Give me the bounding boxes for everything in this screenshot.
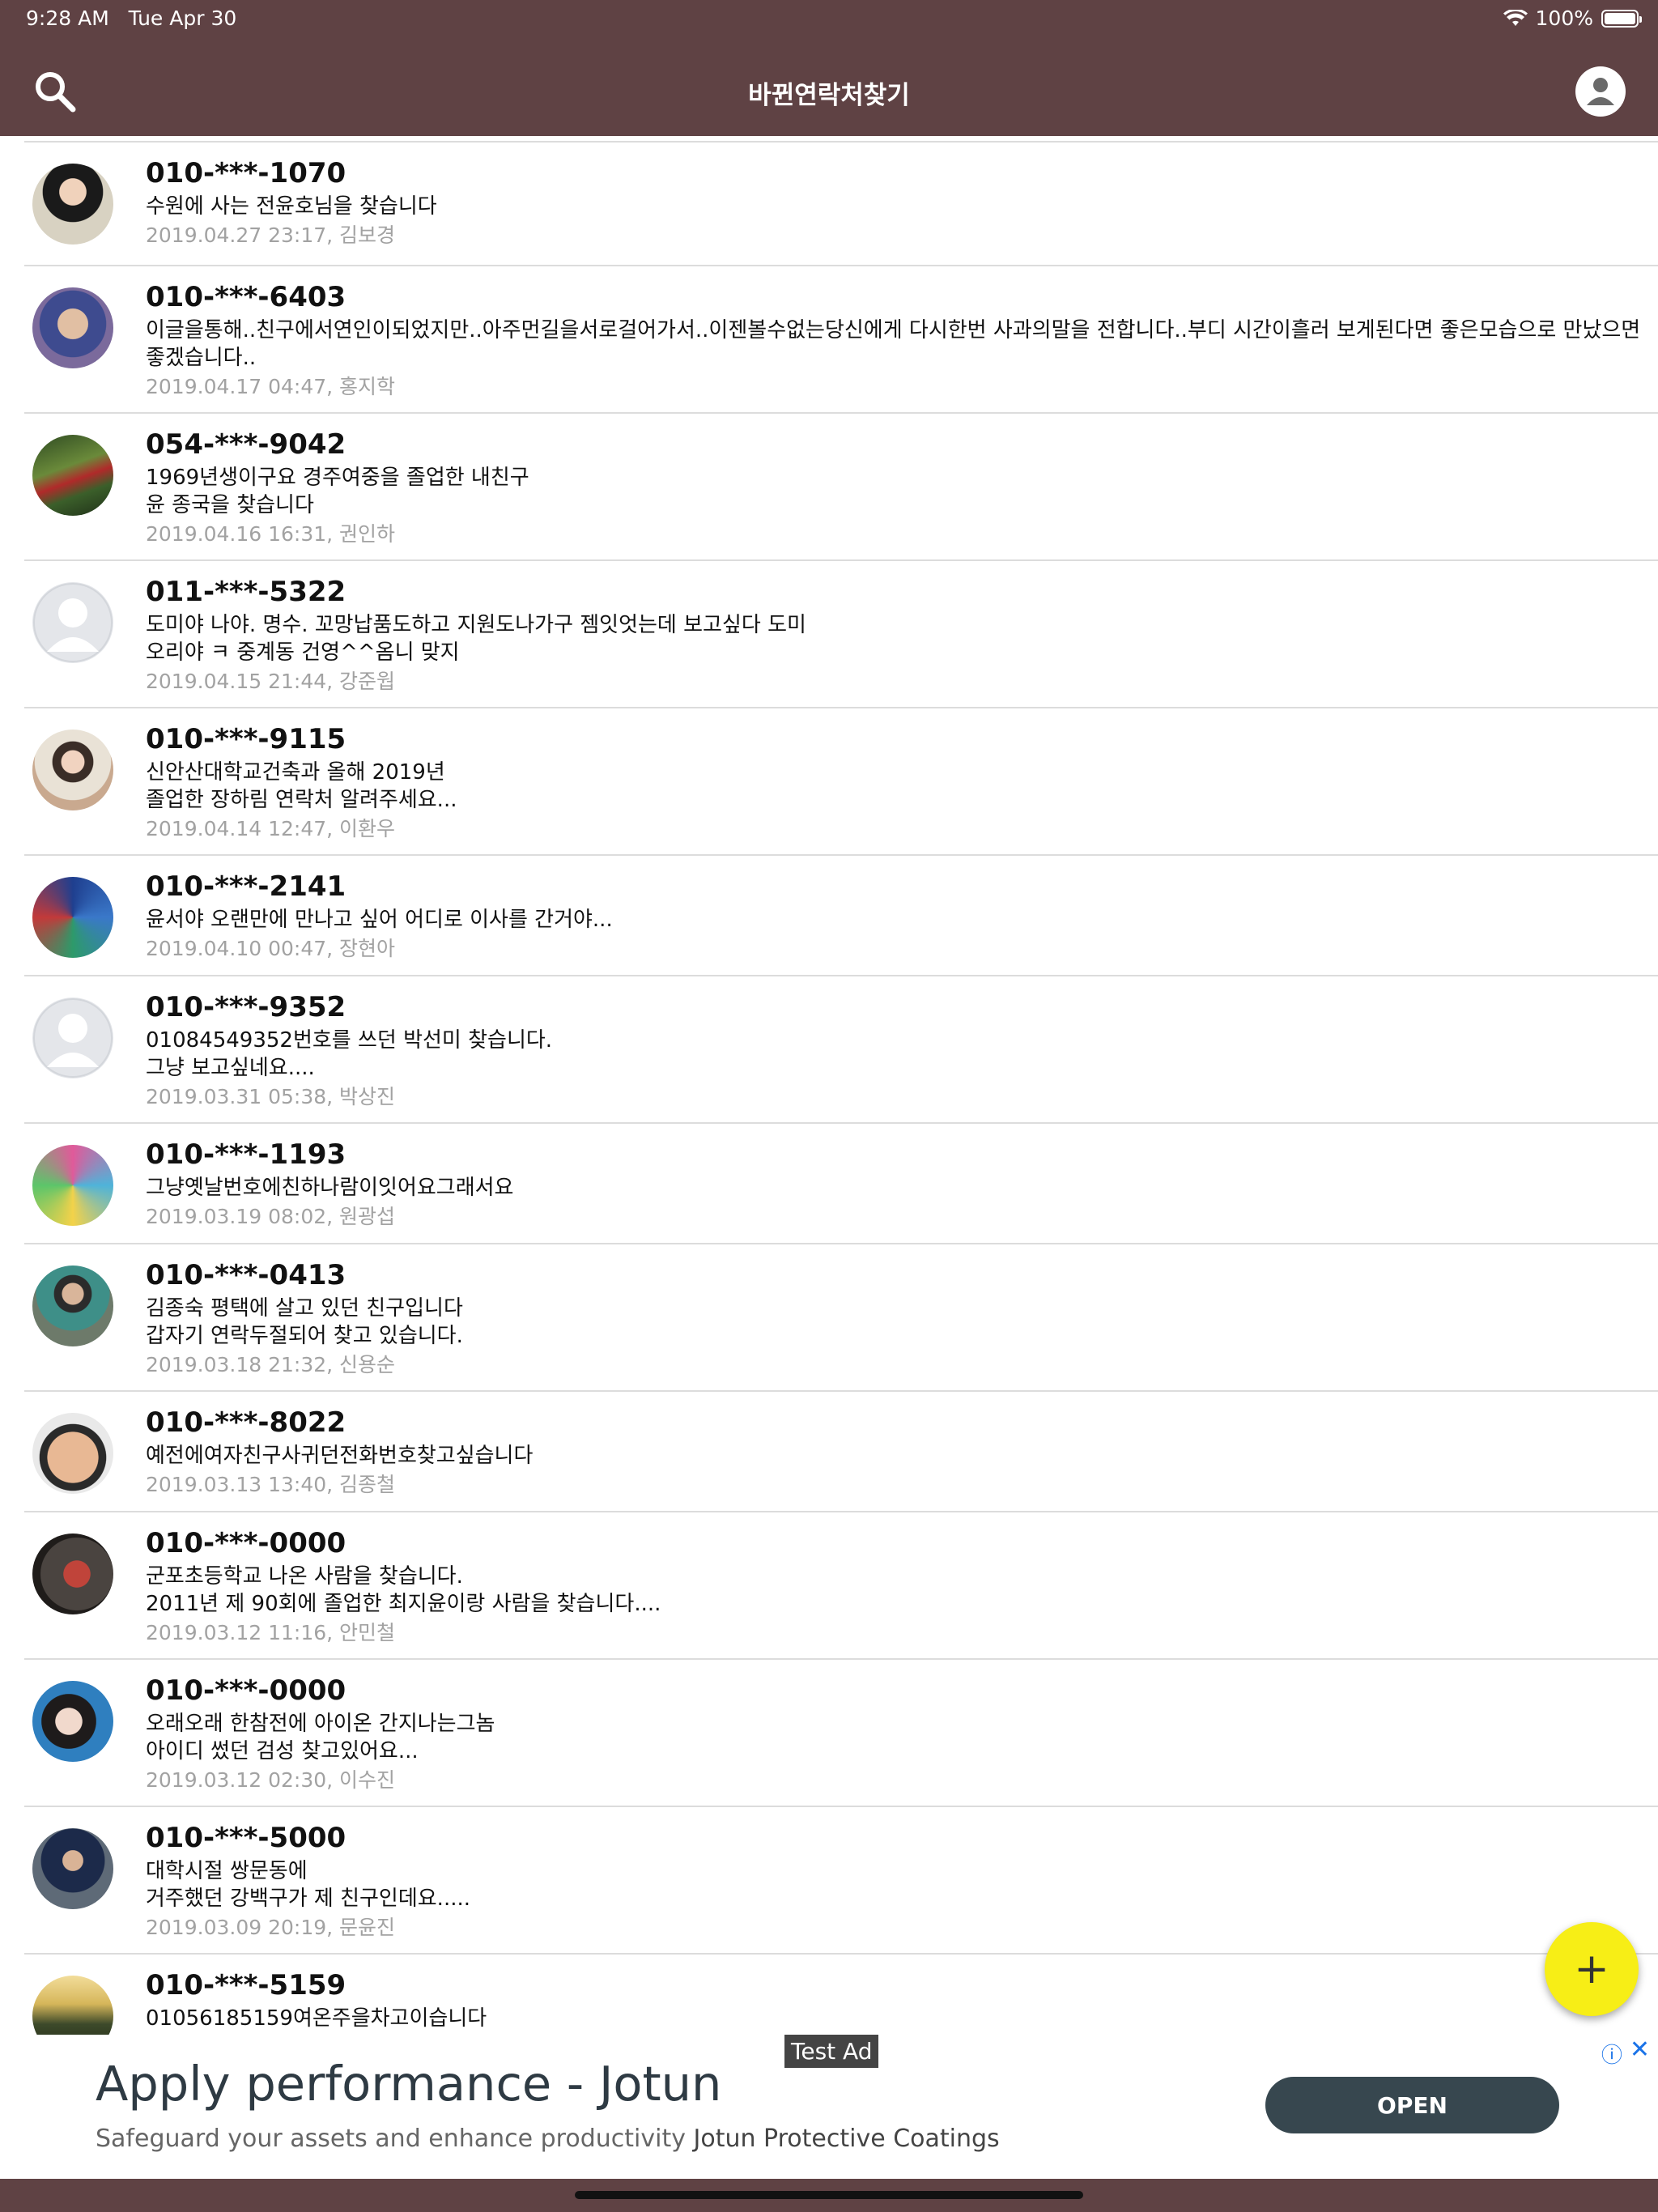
item-meta: 2019.04.16 16:31, 권인하	[146, 522, 396, 546]
wifi-icon	[1503, 9, 1528, 26]
close-icon[interactable]: ✕	[1630, 2035, 1650, 2064]
avatar	[32, 1681, 113, 1762]
avatar	[32, 1828, 113, 1909]
item-phone: 010-***-1070	[146, 157, 346, 189]
item-phone: 054-***-9042	[146, 428, 346, 461]
item-message: 도미야 나야. 명수. 꼬망납품도하고 지원도나가구 젬잇엇는데 보고싶다 도미…	[146, 613, 806, 665]
ad-open-button[interactable]: OPEN	[1265, 2077, 1559, 2133]
home-indicator[interactable]	[575, 2191, 1083, 2199]
item-message: 김종숙 평택에 살고 있던 친구입니다 갑자기 연락두절되어 찾고 있습니다.	[146, 1296, 463, 1348]
list-item[interactable]: 010-***-0000 군포초등학교 나온 사람을 찾습니다. 2011년 제…	[24, 1512, 1658, 1660]
avatar	[32, 998, 113, 1078]
avatar	[32, 877, 113, 958]
item-message: 그냥옛날번호에친하나람이잇어요그래서요	[146, 1176, 514, 1200]
item-phone: 010-***-5000	[146, 1822, 346, 1854]
avatar	[32, 287, 113, 368]
item-phone: 010-***-0000	[146, 1527, 346, 1559]
page-title: 바뀐연락처찾기	[748, 81, 910, 110]
item-phone: 011-***-5322	[146, 576, 346, 608]
avatar	[32, 1266, 113, 1346]
item-meta: 2019.03.12 11:16, 안민철	[146, 1621, 396, 1644]
contact-request-list[interactable]: 010-***-1070 수원에 사는 전윤호님을 찾습니다 2019.04.2…	[0, 136, 1658, 2035]
item-message: 군포초등학교 나온 사람을 찾습니다. 2011년 제 90회에 졸업한 최지윤…	[146, 1564, 661, 1616]
list-item[interactable]: 011-***-5322 도미야 나야. 명수. 꼬망납품도하고 지원도나가구 …	[24, 561, 1658, 708]
profile-button[interactable]	[1575, 66, 1626, 117]
item-meta: 2019.03.09 20:19, 문윤진	[146, 1916, 396, 1939]
item-phone: 010-***-2141	[146, 870, 346, 903]
list-item[interactable]: 010-***-9115 신안산대학교건축과 올해 2019년 졸업한 장하림 …	[24, 708, 1658, 856]
item-phone: 010-***-1193	[146, 1138, 346, 1171]
avatar	[32, 435, 113, 516]
ad-badge: Test Ad	[784, 2035, 879, 2068]
item-phone: 010-***-8022	[146, 1406, 346, 1439]
status-time: 9:28 AM Tue Apr 30	[26, 6, 237, 30]
item-message: 대학시절 쌍문동에 거주했던 강백구가 제 친구인데요.....	[146, 1859, 470, 1911]
item-meta: 2019.04.17 04:47, 홍지학	[146, 375, 396, 398]
list-item[interactable]: 010-***-8022 예전에여자친구사귀던전화번호찾고싶습니다 2019.0…	[24, 1392, 1658, 1512]
item-message: 오래오래 한참전에 아이온 간지나는그놈 아이디 썼던 검성 찾고있어요...	[146, 1712, 495, 1763]
default-avatar-icon	[33, 998, 113, 1078]
avatar	[32, 582, 113, 663]
item-meta: 2019.04.27 23:17, 김보경	[146, 223, 396, 247]
item-message: 수원에 사는 전윤호님을 찾습니다	[146, 194, 437, 219]
item-message: 01056185159여온주을차고이습니다 연락해보는 분은 연락주세요	[146, 2006, 487, 2035]
item-phone: 010-***-5159	[146, 1969, 346, 2001]
item-phone: 010-***-9115	[146, 723, 346, 755]
nav-bar: 바뀐연락처찾기	[0, 39, 1658, 136]
item-message: 01084549352번호를 쓰던 박선미 찾습니다. 그냥 보고싶네요....	[146, 1028, 553, 1080]
ad-title[interactable]: Apply performance - Jotun	[96, 2056, 721, 2112]
item-meta: 2019.03.18 21:32, 신용순	[146, 1353, 396, 1376]
plus-icon: +	[1574, 1945, 1609, 1993]
avatar	[32, 1413, 113, 1494]
list-item[interactable]: 010-***-1193 그냥옛날번호에친하나람이잇어요그래서요 2019.03…	[24, 1124, 1658, 1244]
item-meta: 2019.03.12 02:30, 이수진	[146, 1768, 396, 1792]
ad-brand: Jotun Protective Coatings	[693, 2125, 1000, 2153]
avatar	[32, 1534, 113, 1614]
avatar	[32, 1145, 113, 1226]
battery-icon	[1601, 9, 1642, 28]
battery-level	[1605, 12, 1635, 24]
item-meta: 2019.03.19 08:02, 원광섭	[146, 1205, 396, 1228]
avatar	[32, 730, 113, 810]
item-phone: 010-***-0000	[146, 1674, 346, 1707]
item-meta: 2019.04.15 21:44, 강준웝	[146, 670, 396, 693]
item-message: 이글을통해..친구에서연인이되었지만..아주먼길을서로걸어가서..이젠볼수없는당…	[146, 318, 1641, 370]
list-item[interactable]: 010-***-1070 수원에 사는 전윤호님을 찾습니다 2019.04.2…	[24, 141, 1658, 266]
ad-subtitle: Safeguard your assets and enhance produc…	[96, 2125, 1000, 2153]
info-icon[interactable]: ⓘ	[1601, 2039, 1622, 2069]
list-item[interactable]: 010-***-9352 01084549352번호를 쓰던 박선미 찾습니다.…	[24, 976, 1658, 1124]
status-bar: 9:28 AM Tue Apr 30 100%	[0, 0, 1658, 39]
item-meta: 2019.03.31 05:38, 박상진	[146, 1085, 396, 1108]
item-meta: 2019.04.14 12:47, 이환우	[146, 817, 396, 840]
avatar	[32, 164, 113, 245]
list-item[interactable]: 010-***-5159 01056185159여온주을차고이습니다 연락해보는…	[24, 1955, 1658, 2035]
list-item[interactable]: 010-***-0413 김종숙 평택에 살고 있던 친구입니다 갑자기 연락두…	[24, 1244, 1658, 1392]
list-item[interactable]: 010-***-6403 이글을통해..친구에서연인이되었지만..아주먼길을서로…	[24, 266, 1658, 414]
item-message: 예전에여자친구사귀던전화번호찾고싶습니다	[146, 1444, 534, 1468]
item-phone: 010-***-0413	[146, 1259, 346, 1291]
user-icon	[1575, 66, 1626, 117]
list-item[interactable]: 010-***-0000 오래오래 한참전에 아이온 간지나는그놈 아이디 썼던…	[24, 1660, 1658, 1807]
item-meta: 2019.04.10 00:47, 장현아	[146, 937, 396, 960]
list-item[interactable]: 010-***-5000 대학시절 쌍문동에 거주했던 강백구가 제 친구인데요…	[24, 1807, 1658, 1955]
list-item[interactable]: 010-***-2141 윤서야 오랜만에 만나고 싶어 어디로 이사를 간거야…	[24, 856, 1658, 976]
battery-percent: 100%	[1535, 6, 1593, 30]
add-request-button[interactable]: +	[1545, 1922, 1639, 2016]
item-phone: 010-***-9352	[146, 991, 346, 1023]
status-right: 100%	[1503, 6, 1642, 30]
item-phone: 010-***-6403	[146, 281, 346, 313]
list-item[interactable]: 054-***-9042 1969년생이구요 경주여중을 졸업한 내친구 윤 종…	[24, 414, 1658, 561]
item-message: 윤서야 오랜만에 만나고 싶어 어디로 이사를 간거야...	[146, 908, 613, 932]
default-avatar-icon	[33, 583, 113, 662]
item-message: 1969년생이구요 경주여중을 졸업한 내친구 윤 종국을 찾습니다	[146, 466, 529, 517]
item-meta: 2019.03.13 13:40, 김종철	[146, 1473, 396, 1496]
avatar	[32, 1976, 113, 2035]
item-message: 신안산대학교건축과 올해 2019년 졸업한 장하림 연락처 알려주세요...	[146, 760, 457, 812]
